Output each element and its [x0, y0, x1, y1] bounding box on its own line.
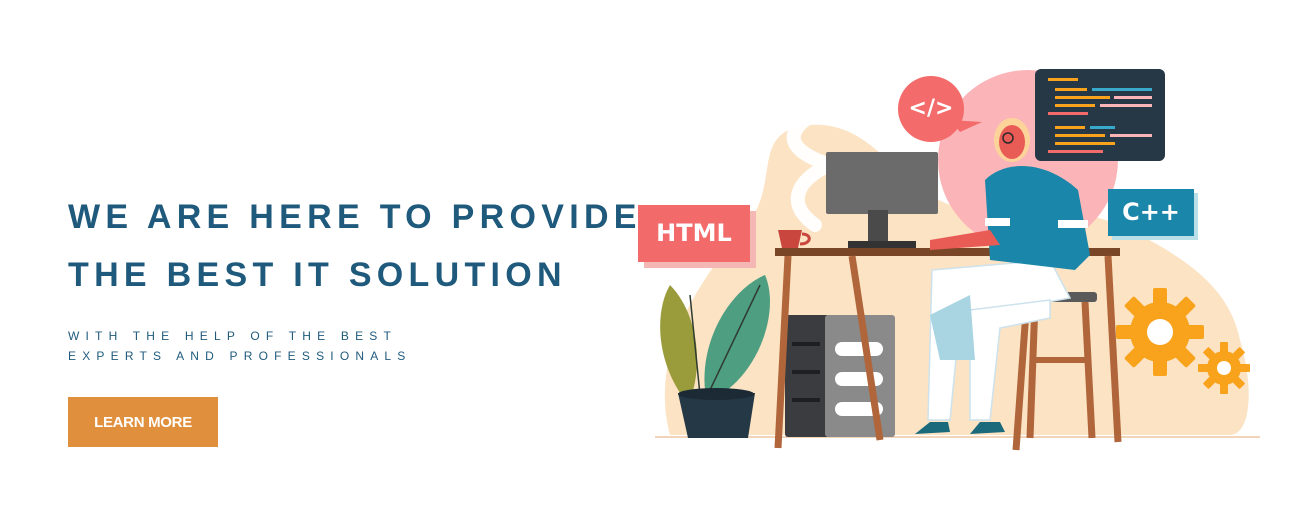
headline-line-2: THE BEST IT SOLUTION: [68, 256, 567, 294]
cpp-tag: C++: [1108, 189, 1194, 236]
subheadline: WITH THE HELP OF THE BEST EXPERTS AND PR…: [68, 326, 728, 366]
learn-more-button[interactable]: LEARN MORE: [68, 397, 218, 447]
headline-line-1: WE ARE HERE TO PROVIDE: [68, 198, 642, 236]
code-bubble-icon: </>: [898, 76, 964, 142]
gear-icon-small: [1198, 342, 1250, 394]
subline-line-2: EXPERTS AND PROFESSIONALS: [68, 349, 412, 363]
code-window-icon: [1035, 69, 1165, 161]
subline-line-1: WITH THE HELP OF THE BEST: [68, 329, 398, 343]
hero-text-block: WE ARE HERE TO PROVIDE THE BEST IT SOLUT…: [68, 188, 728, 366]
gear-icon: [1116, 288, 1204, 376]
